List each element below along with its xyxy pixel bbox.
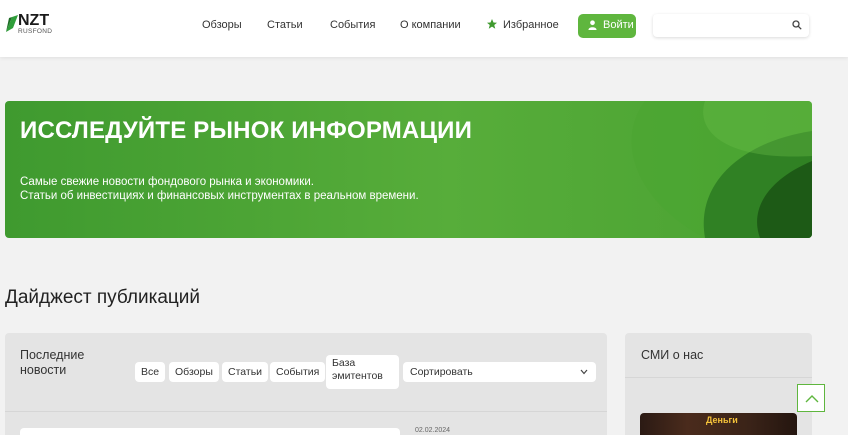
- login-label: Войти: [603, 19, 634, 31]
- filter-issuers-base[interactable]: База эмитентов: [326, 355, 399, 389]
- sort-label: Сортировать: [410, 366, 473, 378]
- site-header: NZT RUSFOND Обзоры Статьи События О комп…: [0, 0, 848, 57]
- filter-reviews[interactable]: Обзоры: [169, 362, 219, 382]
- hero-subtitle: Самые свежие новости фондового рынка и э…: [20, 175, 419, 203]
- star-icon: [487, 19, 497, 29]
- thumbnail-caption: Деньги: [706, 415, 738, 425]
- digest-title: Дайджест публикаций: [5, 287, 201, 308]
- latest-news-title: Последние новости: [20, 348, 85, 377]
- news-card[interactable]: [20, 428, 400, 435]
- nav-reviews[interactable]: Обзоры: [202, 19, 242, 31]
- media-thumbnail[interactable]: Деньги: [640, 413, 797, 435]
- side-divider: [625, 377, 812, 378]
- scroll-to-top-button[interactable]: [797, 384, 825, 412]
- nav-articles[interactable]: Статьи: [267, 19, 303, 31]
- latest-news-panel: Последние новости Все Обзоры Статьи Собы…: [5, 333, 607, 435]
- news-date: 02.02.2024: [415, 427, 451, 434]
- hero-title: ИССЛЕДУЙТЕ РЫНОК ИНФОРМАЦИИ: [20, 117, 473, 144]
- filter-all[interactable]: Все: [135, 362, 166, 382]
- chevron-up-icon: [805, 395, 819, 403]
- search-input[interactable]: [659, 17, 789, 34]
- sort-select[interactable]: Сортировать: [403, 362, 596, 382]
- filter-events[interactable]: События: [270, 362, 326, 382]
- search-icon[interactable]: [792, 20, 802, 30]
- panel-divider: [5, 411, 607, 412]
- filter-articles[interactable]: Статьи: [222, 362, 269, 382]
- login-button[interactable]: Войти: [578, 14, 636, 38]
- nav-about[interactable]: О компании: [400, 19, 461, 31]
- nav-favorites-label: Избранное: [503, 19, 559, 31]
- user-icon: [588, 20, 597, 30]
- media-about-us-title: СМИ о нас: [641, 348, 704, 362]
- search-box: [653, 14, 809, 37]
- hero-subtitle-line-2: Статьи об инвестициях и финансовых инстр…: [20, 190, 419, 202]
- hero-subtitle-line-1: Самые свежие новости фондового рынка и э…: [20, 176, 314, 188]
- nav-events[interactable]: События: [330, 19, 375, 31]
- hero-banner: ИССЛЕДУЙТЕ РЫНОК ИНФОРМАЦИИ Самые свежие…: [5, 101, 812, 238]
- media-about-us-panel: СМИ о нас Деньги: [625, 333, 812, 435]
- chevron-down-icon: [580, 369, 588, 375]
